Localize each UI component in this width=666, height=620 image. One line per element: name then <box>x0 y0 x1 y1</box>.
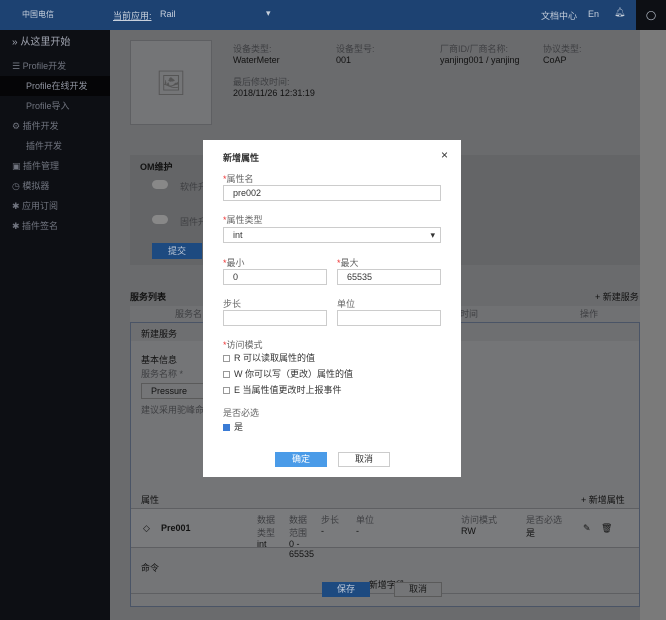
device-model-label: 设备型号: <box>336 44 375 54</box>
unit-label: 单位 <box>337 299 356 309</box>
save-button[interactable]: 保存 <box>322 582 370 597</box>
software-toggle[interactable] <box>152 180 168 189</box>
logo: 中国电信 <box>22 10 54 19</box>
access-r-checkbox[interactable]: R 可以读取属性的值 <box>223 351 315 364</box>
sidebar: » 从这里开始 ☰ Profile开发 Profile在线开发 Profile导… <box>0 30 110 620</box>
submit-button[interactable]: 提交 <box>152 243 202 259</box>
prop-access-label: 访问模式 <box>461 515 498 525</box>
prop-required-label: 是否必选 <box>526 515 563 525</box>
app-label: 当前应用: <box>113 11 152 21</box>
protocol-label: 协议类型: <box>543 44 582 54</box>
step-input[interactable] <box>223 310 327 326</box>
access-label: 访问模式 <box>223 338 263 351</box>
sidebar-item-plugin-dev-sub[interactable]: 插件开发 <box>0 136 110 156</box>
device-type-label: 设备类型: <box>233 44 272 54</box>
bell-icon[interactable]: 🔔︎ <box>614 7 625 18</box>
vendor-label: 厂商ID/厂商名称: <box>440 44 509 54</box>
device-type: WaterMeter <box>233 55 280 65</box>
commands-title: 命令 <box>141 563 160 573</box>
sidebar-item-profile-import[interactable]: Profile导入 <box>0 96 110 116</box>
app-select[interactable]: Rail <box>160 9 176 19</box>
close-icon[interactable]: × <box>441 148 448 162</box>
type-select[interactable]: int ▾ <box>223 227 441 243</box>
om-title: OM维护 <box>140 162 173 172</box>
prop-type-label: 数据类型 <box>257 515 276 538</box>
name-label: 属性名 <box>223 172 254 185</box>
device-model: 001 <box>336 55 352 65</box>
dialog-title: 新增属性 <box>223 153 260 163</box>
sidebar-item-simulator[interactable]: ◷ 模拟器 <box>0 176 110 196</box>
max-label: 最大 <box>337 256 359 269</box>
prop-step: - <box>321 526 324 536</box>
new-service-button[interactable]: + 新建服务 <box>595 290 639 303</box>
unit-input[interactable] <box>337 310 441 326</box>
firmware-toggle[interactable] <box>152 215 168 224</box>
max-input[interactable]: 65535 <box>337 269 441 285</box>
services-title: 服务列表 <box>130 292 167 302</box>
min-label: 最小 <box>223 256 245 269</box>
access-e-checkbox[interactable]: E 当属性值更改时上报事件 <box>223 383 342 396</box>
image-placeholder-icon: 🖼︎ <box>130 40 212 125</box>
col-time: 时间 <box>460 309 479 319</box>
sidebar-item-plugin-dev[interactable]: ⚙ 插件开发 <box>0 116 110 136</box>
sidebar-item-signature[interactable]: ✱ 插件签名 <box>0 216 110 236</box>
protocol: CoAP <box>543 55 567 65</box>
cancel-button[interactable]: 取消 <box>394 582 442 597</box>
prop-access: RW <box>461 526 476 536</box>
sidebar-item-profile-online[interactable]: Profile在线开发 <box>0 76 110 96</box>
language-toggle[interactable]: En <box>588 9 599 19</box>
prop-unit-label: 单位 <box>356 515 375 525</box>
ok-button[interactable]: 确定 <box>275 452 327 467</box>
col-ops: 操作 <box>580 309 599 319</box>
service-name-label: 服务名称 * <box>141 369 184 379</box>
basic-info-title: 基本信息 <box>141 355 178 365</box>
props-title: 属性 <box>141 495 160 505</box>
sidebar-item-profile[interactable]: ☰ Profile开发 <box>0 56 110 76</box>
prop-step-label: 步长 <box>321 515 340 525</box>
add-property-dialog: 新增属性 × 属性名 pre002 属性类型 int▾ 最小 0 最大 6553… <box>203 140 461 477</box>
min-input[interactable]: 0 <box>223 269 327 285</box>
name-input[interactable]: pre002 <box>223 185 441 201</box>
col-service-name: 服务名 <box>175 309 203 319</box>
property-row: ◇ Pre001 数据类型 int 数据范围 0 - 65535 步长 - 单位 - 访… <box>131 508 639 559</box>
prop-required: 是 <box>526 528 536 538</box>
access-w-checkbox[interactable]: W 你可以写（更改）属性的值 <box>223 367 353 380</box>
dialog-cancel-button[interactable]: 取消 <box>338 452 390 467</box>
scrollbar[interactable] <box>640 30 666 620</box>
modified: 2018/11/26 12:31:19 <box>233 88 315 98</box>
edit-icon[interactable]: ✎ <box>583 523 591 534</box>
modified-label: 最后修改时间: <box>233 77 290 87</box>
sidebar-item-plugin-manage[interactable]: ▣ 插件管理 <box>0 156 110 176</box>
type-label: 属性类型 <box>223 213 263 226</box>
prop-range-label: 数据范围 <box>289 515 308 538</box>
prop-range: 0 - 65535 <box>289 539 315 559</box>
required-label: 是否必选 <box>223 408 260 418</box>
user-icon[interactable]: ◯ <box>636 0 666 30</box>
add-property-button[interactable]: + 新增属性 <box>581 493 625 506</box>
prop-name: Pre001 <box>161 523 191 533</box>
prop-unit: - <box>356 526 359 536</box>
step-label: 步长 <box>223 299 242 309</box>
vendor: yanjing001 / yanjing <box>440 55 520 65</box>
top-header: 中国电信 当前应用: Rail ▾ 文档中心 En 🔔︎ ◯ <box>0 0 666 30</box>
sidebar-item-subscription[interactable]: ✱ 应用订阅 <box>0 196 110 216</box>
prop-type: int <box>257 539 267 549</box>
delete-icon[interactable]: 🗑︎ <box>601 523 612 534</box>
required-checkbox[interactable]: 是 <box>223 420 243 433</box>
docs-link[interactable]: 文档中心 <box>541 9 577 22</box>
chevron-down-icon[interactable]: ▾ <box>266 8 271 19</box>
dropdown-arrow-icon: ▾ <box>430 230 435 240</box>
sidebar-item-start[interactable]: » 从这里开始 <box>0 30 110 56</box>
diamond-icon: ◇ <box>143 523 150 533</box>
